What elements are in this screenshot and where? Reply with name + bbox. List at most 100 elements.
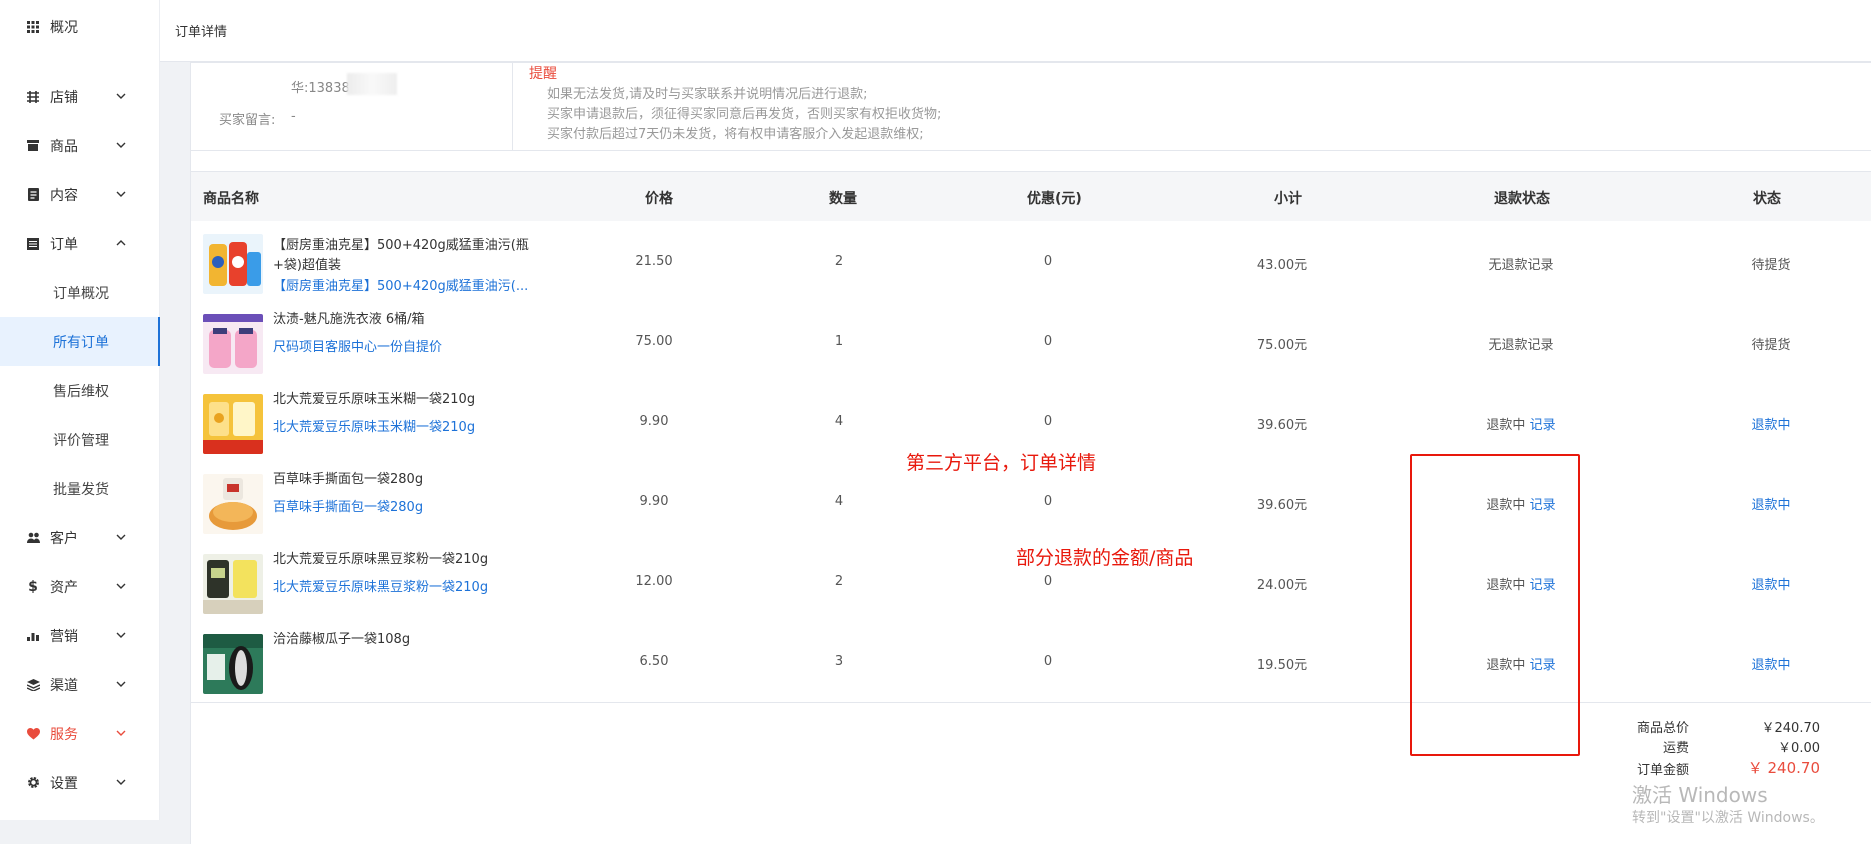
store-icon bbox=[26, 90, 40, 104]
product-name[interactable]: 北大荒爱豆乐原味黑豆浆粉一袋210g bbox=[273, 550, 553, 570]
qty-cell: 2 bbox=[834, 254, 844, 269]
sidebar-item-label: 商品 bbox=[50, 138, 78, 155]
phone-redaction bbox=[347, 73, 397, 95]
status-cell: 待提货 bbox=[1751, 338, 1791, 353]
product-image[interactable] bbox=[203, 314, 263, 374]
product-sku-link[interactable]: 北大荒爱豆乐原味玉米糊一袋210g bbox=[273, 416, 543, 435]
sidebar-item-order[interactable]: 订单 bbox=[0, 219, 160, 268]
sidebar-item-channel[interactable]: 渠道 bbox=[0, 660, 160, 709]
buyer-message-value: - bbox=[291, 109, 296, 124]
content-icon bbox=[26, 188, 40, 202]
subtotal-cell: 24.00元 bbox=[1256, 578, 1308, 593]
product-name[interactable]: 洽洽藤椒瓜子一袋108g bbox=[273, 630, 553, 650]
product-image[interactable] bbox=[203, 634, 263, 694]
sidebar-item-content[interactable]: 内容 bbox=[0, 170, 160, 219]
chevron-down-icon bbox=[113, 578, 129, 594]
goods-icon bbox=[26, 139, 40, 153]
status-link[interactable]: 退款中 bbox=[1711, 574, 1831, 593]
sidebar-item-overview[interactable]: 概况 bbox=[0, 0, 160, 54]
refund-status-text: 退款中 bbox=[1486, 418, 1526, 433]
product-name[interactable]: 汰渍-魅凡施洗衣液 6桶/箱 bbox=[273, 310, 553, 330]
chevron-down-icon bbox=[113, 88, 129, 104]
product-image[interactable] bbox=[203, 554, 263, 614]
subtotal-cell: 19.50元 bbox=[1256, 658, 1308, 673]
price-cell: 12.00 bbox=[635, 574, 673, 589]
discount-cell: 0 bbox=[1043, 574, 1053, 589]
sidebar-item-label: 订单 bbox=[50, 236, 78, 253]
sidebar-subitem-label: 售后维权 bbox=[53, 383, 109, 400]
sidebar-item-customer[interactable]: 客户 bbox=[0, 513, 160, 562]
chevron-down-icon bbox=[113, 137, 129, 153]
product-image[interactable] bbox=[203, 234, 263, 294]
table-row: 【厨房重油克星】500+420g威猛重油污(瓶+袋)超值装 【厨房重油克星】50… bbox=[191, 222, 1871, 302]
dollar-icon: $ bbox=[28, 578, 38, 595]
order-detail-panel: 华:13838 买家留言: - 提醒 如果无法发货,请及时与买家联系并说明情况后… bbox=[190, 62, 1871, 844]
chevron-down-icon bbox=[113, 186, 129, 202]
price-cell: 9.90 bbox=[639, 414, 669, 429]
refund-status-cell: 无退款记录 bbox=[1431, 334, 1611, 353]
divider bbox=[191, 702, 1871, 703]
watermark-subtitle: 转到"设置"以激活 Windows。 bbox=[1632, 810, 1824, 826]
sidebar-subitem-batch-ship[interactable]: 批量发货 bbox=[0, 464, 160, 513]
refund-status-cell: 退款中 记录 bbox=[1431, 414, 1611, 433]
sidebar-item-label: 内容 bbox=[50, 187, 78, 204]
qty-cell: 2 bbox=[834, 574, 844, 589]
subtotal-cell: 39.60元 bbox=[1256, 418, 1308, 433]
product-image[interactable] bbox=[203, 394, 263, 454]
highlight-box bbox=[1410, 454, 1580, 756]
qty-cell: 3 bbox=[834, 654, 844, 669]
order-amount-label: 订单金额 bbox=[1636, 763, 1689, 778]
annotation-note: 部分退款的金额/商品 bbox=[1016, 547, 1194, 569]
price-cell: 9.90 bbox=[639, 494, 669, 509]
sidebar-item-goods[interactable]: 商品 bbox=[0, 121, 160, 170]
heart-icon bbox=[26, 727, 40, 741]
freight-label: 运费 bbox=[1662, 741, 1689, 756]
reminder-title: 提醒 bbox=[529, 66, 557, 82]
product-sku-link[interactable]: 百草味手撕面包一袋280g bbox=[273, 496, 543, 515]
page-title: 订单详情 bbox=[175, 25, 228, 40]
product-sku-link[interactable]: 【厨房重油克星】500+420g威猛重油污(... bbox=[273, 275, 543, 294]
sidebar-item-settings[interactable]: 设置 bbox=[0, 758, 160, 807]
product-sku-link[interactable]: 北大荒爱豆乐原味黑豆浆粉一袋210g bbox=[273, 576, 543, 595]
order-icon bbox=[26, 237, 40, 251]
goods-total-value: ￥240.70 bbox=[1761, 721, 1821, 736]
discount-cell: 0 bbox=[1043, 334, 1053, 349]
status-link[interactable]: 退款中 bbox=[1711, 414, 1831, 433]
product-name[interactable]: 北大荒爱豆乐原味玉米糊一袋210g bbox=[273, 390, 553, 410]
sidebar-subitem-all-orders[interactable]: 所有订单 bbox=[0, 317, 160, 366]
sidebar-item-marketing[interactable]: 营销 bbox=[0, 611, 160, 660]
col-subtotal: 小计 bbox=[1274, 191, 1302, 207]
product-name[interactable]: 【厨房重油克星】500+420g威猛重油污(瓶+袋)超值装 bbox=[273, 236, 553, 276]
refund-status-text: 无退款记录 bbox=[1488, 338, 1554, 353]
annotation-note: 第三方平台，订单详情 bbox=[906, 452, 1097, 474]
status-link[interactable]: 退款中 bbox=[1711, 654, 1831, 673]
sidebar-item-label: 营销 bbox=[50, 628, 78, 645]
chevron-down-icon bbox=[113, 627, 129, 643]
subtotal-cell: 43.00元 bbox=[1256, 258, 1308, 273]
sidebar-item-assets[interactable]: $ 资产 bbox=[0, 562, 160, 611]
sidebar-subitem-order-overview[interactable]: 订单概况 bbox=[0, 268, 160, 317]
refund-record-link[interactable]: 记录 bbox=[1530, 418, 1556, 433]
sidebar-item-store[interactable]: 店铺 bbox=[0, 72, 160, 121]
sidebar-subitem-label: 评价管理 bbox=[53, 432, 109, 449]
col-price: 价格 bbox=[645, 191, 673, 207]
order-amount-value: ￥ 240.70 bbox=[1747, 759, 1820, 777]
product-sku-link[interactable]: 尺码项目客服中心一份自提价 bbox=[273, 336, 543, 355]
reminder-line: 买家付款后超过7天仍未发货，将有权申请客服介入发起退款维权; bbox=[547, 127, 924, 142]
goods-total-label: 商品总价 bbox=[1636, 721, 1689, 736]
status-link[interactable]: 退款中 bbox=[1711, 494, 1831, 513]
discount-cell: 0 bbox=[1043, 654, 1053, 669]
sidebar-subitem-label: 批量发货 bbox=[53, 481, 109, 498]
product-name[interactable]: 百草味手撕面包一袋280g bbox=[273, 470, 553, 490]
sidebar-item-service[interactable]: 服务 bbox=[0, 709, 160, 758]
sidebar-subitem-reviews[interactable]: 评价管理 bbox=[0, 415, 160, 464]
refund-status-text: 无退款记录 bbox=[1488, 258, 1554, 273]
qty-cell: 1 bbox=[834, 334, 844, 349]
sidebar-subitem-after-sales[interactable]: 售后维权 bbox=[0, 366, 160, 415]
sidebar-item-label: 客户 bbox=[50, 530, 78, 547]
product-image[interactable] bbox=[203, 474, 263, 534]
chevron-down-icon bbox=[113, 676, 129, 692]
layers-icon bbox=[26, 678, 40, 692]
chart-icon bbox=[26, 629, 40, 643]
sidebar-item-label: 设置 bbox=[50, 775, 78, 792]
